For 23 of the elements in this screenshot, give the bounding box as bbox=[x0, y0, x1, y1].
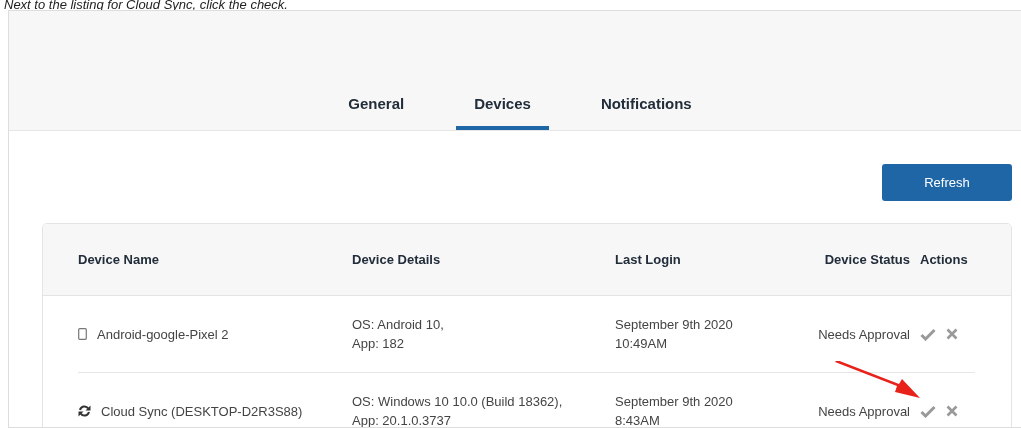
last-login: September 9th 2020 10:49AM bbox=[615, 316, 734, 353]
last-login: September 9th 2020 8:43AM bbox=[615, 393, 734, 427]
tab[interactable]: Notifications bbox=[582, 95, 710, 130]
device-status: Needs Approval bbox=[817, 326, 911, 342]
device-details: OS: Android 10, App: 182 bbox=[352, 316, 445, 353]
sync-icon bbox=[78, 405, 91, 417]
approve-check-icon[interactable] bbox=[920, 404, 936, 418]
phone-icon bbox=[78, 328, 87, 340]
device-details: OS: Windows 10 10.0 (Build 18362), App: 20.1.0.3737 bbox=[352, 393, 564, 427]
close-icon[interactable] bbox=[946, 405, 958, 417]
device-name: Android-google-Pixel 2 bbox=[97, 326, 229, 342]
tab[interactable]: General bbox=[330, 95, 423, 130]
column-header: Device Status bbox=[823, 252, 911, 267]
device-status: Needs Approval bbox=[817, 403, 911, 419]
approve-check-icon[interactable] bbox=[920, 327, 936, 341]
refresh-button[interactable]: Refresh bbox=[882, 164, 1012, 201]
close-icon[interactable] bbox=[946, 328, 958, 340]
device-name: Cloud Sync (DESKTOP-D2R3S88) bbox=[101, 403, 303, 419]
column-header: Device Details bbox=[352, 252, 442, 267]
column-header: Last Login bbox=[615, 252, 682, 267]
column-header: Actions bbox=[920, 252, 969, 267]
column-header: Device Name bbox=[78, 252, 160, 267]
tab[interactable]: Devices bbox=[456, 95, 549, 130]
